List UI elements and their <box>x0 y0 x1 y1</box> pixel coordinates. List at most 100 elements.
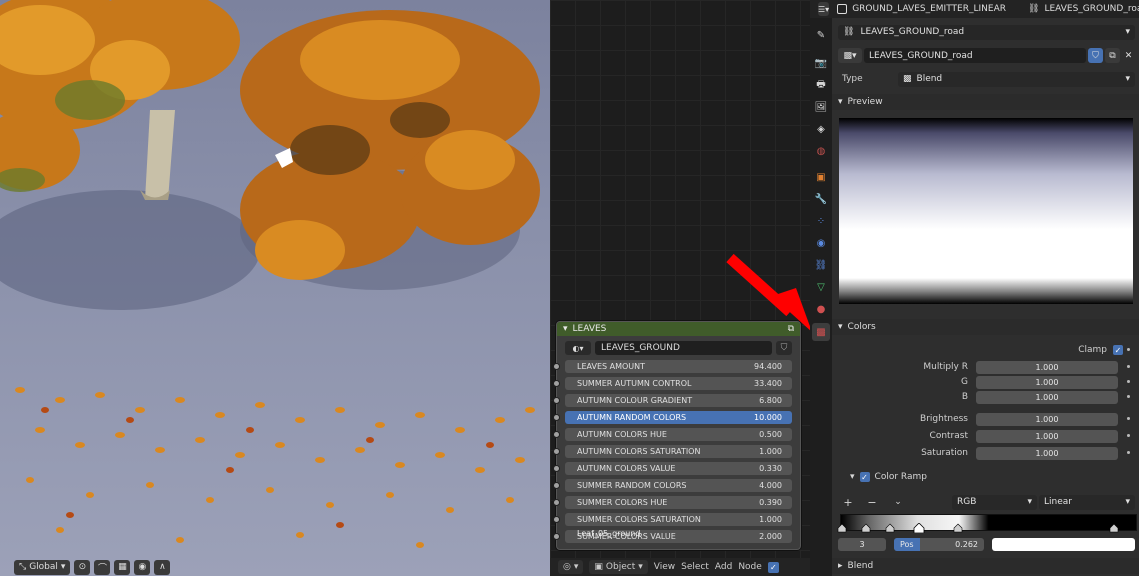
node-input-label: AUTUMN RANDOM COLORS <box>577 413 687 422</box>
ramp-stop-5 <box>1109 523 1119 533</box>
input-socket-icon[interactable] <box>553 380 560 387</box>
node-input-row[interactable]: SUMMER COLORS SATURATION 1.000 <box>553 513 792 526</box>
keyframe-dot-icon[interactable] <box>1127 348 1130 351</box>
transform-orientation-dropdown[interactable]: ⤡ Global ▾ <box>14 559 71 575</box>
input-socket-icon[interactable] <box>553 533 560 540</box>
snap-target-icon[interactable]: ▦ <box>114 559 131 575</box>
breadcrumb-object[interactable]: GROUND_LAVES_EMITTER_LINEAR <box>837 4 1006 14</box>
colors-panel-header[interactable]: ▾ Colors <box>832 319 1139 335</box>
node-input-row[interactable]: SUMMER RANDOM COLORS 4.000 <box>553 479 792 492</box>
add-stop-button[interactable]: + <box>838 496 858 509</box>
input-socket-icon[interactable] <box>553 499 560 506</box>
view-layer-tab-icon[interactable]: 🖼 <box>812 98 830 116</box>
input-socket-icon[interactable] <box>553 431 560 438</box>
material-tab-icon[interactable]: ● <box>812 300 830 318</box>
interpolation-dropdown[interactable]: Linear ▾ <box>1039 494 1135 510</box>
input-socket-icon[interactable] <box>553 465 560 472</box>
input-socket-icon[interactable] <box>553 482 560 489</box>
keyframe-dot-icon[interactable] <box>1127 395 1130 398</box>
menu-select[interactable]: Select <box>681 562 709 572</box>
object-icon <box>837 4 848 14</box>
stop-color-swatch[interactable] <box>992 537 1135 551</box>
snap-icon[interactable]: ⌒ <box>94 559 111 575</box>
input-socket-icon[interactable] <box>553 397 560 404</box>
object-tab-icon[interactable]: ▣ <box>812 168 830 186</box>
property-value-field[interactable]: 1.000 <box>976 412 1118 426</box>
use-nodes-checkbox[interactable]: ✓ <box>767 561 779 573</box>
fake-user-shield-icon[interactable]: ⛉ <box>776 341 792 355</box>
node-input-row[interactable]: AUTUMN RANDOM COLORS 10.000 <box>553 411 792 424</box>
node-group-name-field[interactable]: LEAVES_GROUND <box>595 341 772 355</box>
scene-tab-icon[interactable]: ◈ <box>812 120 830 138</box>
keyframe-dot-icon[interactable] <box>1127 380 1130 383</box>
chevron-down-icon: ▾ <box>838 322 843 332</box>
color-mode-dropdown[interactable]: RGB ▾ <box>952 494 1037 510</box>
color-ramp-stops[interactable] <box>832 523 1139 533</box>
input-socket-icon[interactable] <box>553 516 560 523</box>
keyframe-dot-icon[interactable] <box>1127 451 1130 454</box>
node-input-row[interactable]: SUMMER COLORS HUE 0.390 <box>553 496 792 509</box>
editor-type-button[interactable]: ☰ ▾ <box>818 2 830 16</box>
shader-type-dropdown[interactable]: ▣ Object ▾ <box>589 560 648 574</box>
breadcrumb-texture[interactable]: ⛓ LEAVES_GROUND_road <box>1028 4 1139 14</box>
property-value-field[interactable]: 1.000 <box>976 429 1118 443</box>
node-input-row[interactable]: AUTUMN COLORS SATURATION 1.000 <box>553 445 792 458</box>
group-node-leaves[interactable]: ▾ LEAVES ⧉ ◐▾ LEAVES_GROUND ⛉ LEAVES AMO… <box>553 321 801 550</box>
node-editor[interactable]: ▾ LEAVES ⧉ ◐▾ LEAVES_GROUND ⛉ LEAVES AMO… <box>550 0 810 576</box>
property-value-field[interactable]: 1.000 <box>976 390 1118 404</box>
texture-slot-field[interactable]: ⛓ LEAVES_GROUND_road ▾ <box>838 24 1135 40</box>
fake-user-shield-icon[interactable]: ⛉ <box>1088 48 1103 63</box>
ramp-menu-chevron-icon[interactable]: ⌄ <box>888 497 908 507</box>
keyframe-dot-icon[interactable] <box>1127 365 1130 368</box>
remove-stop-button[interactable]: − <box>862 496 882 509</box>
particles-tab-icon[interactable]: ⁘ <box>812 212 830 230</box>
property-value-field[interactable]: 1.000 <box>976 375 1118 389</box>
stop-index-field[interactable]: 3 <box>838 537 886 551</box>
editor-type-button[interactable]: ◎ ▾ <box>558 560 584 574</box>
collapse-triangle-icon[interactable]: ▾ <box>563 324 568 334</box>
node-input-row[interactable]: AUTUMN COLORS HUE 0.500 <box>553 428 792 441</box>
keyframe-dot-icon[interactable] <box>1127 434 1130 437</box>
output-tab-icon[interactable]: 🖶 <box>812 76 830 94</box>
property-value-field[interactable]: 1.000 <box>976 360 1118 374</box>
duplicate-icon[interactable]: ⧉ <box>1105 48 1120 63</box>
node-header[interactable]: ▾ LEAVES ⧉ <box>557 322 800 336</box>
menu-view[interactable]: View <box>654 562 675 572</box>
physics-tab-icon[interactable]: ◉ <box>812 234 830 252</box>
color-ramp-subpanel-header[interactable]: ▾ ✓ Color Ramp <box>838 470 1135 484</box>
input-socket-icon[interactable] <box>553 414 560 421</box>
modifier-tab-icon[interactable]: 🔧 <box>812 190 830 208</box>
property-row: Brightness 1.000 <box>838 412 1135 426</box>
close-icon[interactable]: ✕ <box>1122 48 1135 63</box>
input-socket-icon[interactable] <box>553 448 560 455</box>
node-input-row[interactable]: SUMMER AUTUMN CONTROL 33.400 <box>553 377 792 390</box>
keyframe-dot-icon[interactable] <box>1127 417 1130 420</box>
constraints-tab-icon[interactable]: ⛓ <box>812 256 830 274</box>
3d-viewport[interactable]: ⤡ Global ▾ ⊙ ⌒ ▦ ◉ ∧ <box>0 0 550 576</box>
node-input-row[interactable]: AUTUMN COLOUR GRADIENT 6.800 <box>553 394 792 407</box>
render-tab-icon[interactable]: 📷 <box>812 54 830 72</box>
node-input-row[interactable]: AUTUMN COLORS VALUE 0.330 <box>553 462 792 475</box>
type-dropdown[interactable]: ▩ Blend ▾ <box>898 71 1135 87</box>
node-input-row[interactable]: LEAVES AMOUNT 94.400 <box>553 360 792 373</box>
menu-node[interactable]: Node <box>738 562 762 572</box>
menu-add[interactable]: Add <box>715 562 732 572</box>
preview-panel-header[interactable]: ▾ Preview <box>832 94 1139 110</box>
pivot-point-icon[interactable]: ⊙ <box>74 559 91 575</box>
texture-browse-button[interactable]: ▩▾ <box>838 48 862 63</box>
stop-position-field[interactable]: Pos 0.262 <box>894 537 984 551</box>
texture-tab-icon[interactable]: ▩ <box>812 323 830 341</box>
clamp-checkbox[interactable]: ✓ <box>1113 345 1123 355</box>
node-tree-browse-button[interactable]: ◐▾ <box>565 341 591 355</box>
property-value-field[interactable]: 1.000 <box>976 446 1118 460</box>
proportional-edit-icon[interactable]: ◉ <box>134 559 151 575</box>
data-tab-icon[interactable]: ▽ <box>812 278 830 296</box>
color-ramp-checkbox[interactable]: ✓ <box>859 472 870 482</box>
input-socket-icon[interactable] <box>553 363 560 370</box>
world-tab-icon[interactable]: ◍ <box>812 142 830 160</box>
node-group-icon[interactable]: ⧉ <box>788 324 794 334</box>
tool-tab-icon[interactable]: ✎ <box>812 26 830 44</box>
blend-panel-header[interactable]: ▸ Blend <box>832 558 1139 574</box>
texture-name-field[interactable]: LEAVES_GROUND_road <box>864 48 1086 63</box>
falloff-icon[interactable]: ∧ <box>154 559 171 575</box>
